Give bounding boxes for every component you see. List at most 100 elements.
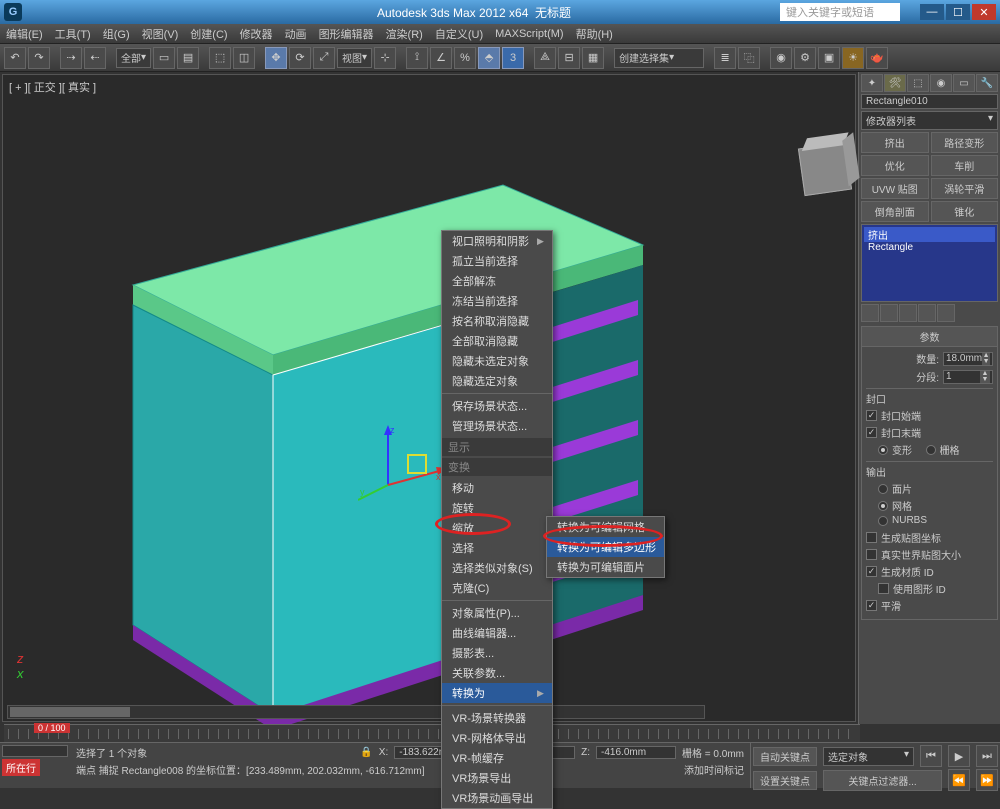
make-unique-icon[interactable] — [899, 304, 917, 322]
modifier-button[interactable]: 优化 — [861, 155, 929, 176]
render-frame-button[interactable]: ▣ — [818, 47, 840, 69]
use-shape-checkbox[interactable] — [878, 583, 889, 594]
modifier-button[interactable]: 倒角剖面 — [861, 201, 929, 222]
scale-button[interactable]: ⤢ — [313, 47, 335, 69]
menu-item[interactable]: 工具(T) — [55, 26, 91, 42]
select-region-button[interactable]: ◫ — [233, 47, 255, 69]
modifier-button[interactable]: 涡轮平滑 — [931, 178, 999, 199]
grid-radio[interactable] — [926, 445, 936, 455]
context-menu-item[interactable]: 视口照明和阴影▶ — [442, 231, 552, 251]
unlink-button[interactable]: ⇠ — [84, 47, 106, 69]
modifier-list-dropdown[interactable]: 修改器列表▾ — [861, 111, 998, 130]
redo-button[interactable]: ↷ — [28, 47, 50, 69]
time-slider-thumb[interactable]: 0 / 100 — [34, 723, 70, 733]
layer-button[interactable]: ≣ — [714, 47, 736, 69]
context-menu-item[interactable]: 全部取消隐藏 — [442, 331, 552, 351]
configure-sets-icon[interactable] — [937, 304, 955, 322]
object-name-field[interactable]: Rectangle010 — [861, 94, 998, 109]
modifier-stack[interactable]: 挤出 Rectangle — [861, 224, 998, 302]
context-menu-item[interactable]: 保存场景状态... — [442, 396, 552, 416]
select-object-button[interactable]: ⬚ — [209, 47, 231, 69]
context-menu-item[interactable]: 移动 — [442, 478, 552, 498]
context-menu-item[interactable]: 管理场景状态... — [442, 416, 552, 436]
modifier-button[interactable]: UVW 贴图 — [861, 178, 929, 199]
menu-item[interactable]: 创建(C) — [190, 26, 227, 42]
prev-key-button[interactable]: ⏮ — [920, 745, 942, 767]
time-slider[interactable]: 0 / 100 — [4, 724, 860, 742]
viewcube[interactable] — [798, 142, 852, 196]
modifier-button[interactable]: 车削 — [931, 155, 999, 176]
menu-item[interactable]: 渲染(R) — [386, 26, 423, 42]
output-nurbs-radio[interactable] — [878, 516, 888, 526]
pin-stack-icon[interactable] — [861, 304, 879, 322]
context-menu-item[interactable]: VR场景导出 — [442, 768, 552, 788]
goto-start-button[interactable]: ⏪ — [948, 769, 970, 791]
select-button[interactable]: ▭ — [153, 47, 175, 69]
set-key-button[interactable]: 设置关键点 — [753, 771, 817, 790]
remove-mod-icon[interactable] — [918, 304, 936, 322]
goto-end-button[interactable]: ⏩ — [976, 769, 998, 791]
menu-item[interactable]: 修改器 — [240, 26, 273, 42]
output-patch-radio[interactable] — [878, 484, 888, 494]
context-menu-item[interactable]: 缩放 — [442, 518, 552, 538]
mirror-button[interactable]: ⟁ — [534, 47, 556, 69]
teapot-render-button[interactable]: 🫖 — [866, 47, 888, 69]
motion-tab[interactable]: ◉ — [930, 74, 952, 92]
hierarchy-tab[interactable]: ⬚ — [907, 74, 929, 92]
selection-filter-dropdown[interactable]: 全部 ▾ — [116, 48, 151, 68]
cap-end-checkbox[interactable]: ✓ — [866, 427, 877, 438]
context-menu-item[interactable]: 转换为可编辑网格 — [547, 517, 664, 537]
modify-tab[interactable]: 🛠 — [884, 74, 906, 92]
snap-toggle[interactable]: ⟟ — [406, 47, 428, 69]
script-mini-listener[interactable] — [2, 745, 68, 757]
auto-key-button[interactable]: 自动关键点 — [753, 747, 817, 766]
viewport[interactable]: [ + ][ 正交 ][ 真实 ] zx — [2, 74, 856, 722]
context-menu-item[interactable]: 曲线编辑器... — [442, 623, 552, 643]
menu-item[interactable]: 帮助(H) — [576, 26, 613, 42]
add-time-tag[interactable]: 添加时间标记 — [684, 762, 744, 777]
viewport-label[interactable]: [ + ][ 正交 ][ 真实 ] — [9, 79, 96, 95]
viewport-scrollbar[interactable] — [7, 705, 705, 719]
menu-item[interactable]: 视图(V) — [142, 26, 179, 42]
show-result-icon[interactable] — [880, 304, 898, 322]
create-tab[interactable]: ✦ — [861, 74, 883, 92]
context-menu-item[interactable]: 关联参数... — [442, 663, 552, 683]
utilities-tab[interactable]: 🔧 — [976, 74, 998, 92]
link-button[interactable]: ⇢ — [60, 47, 82, 69]
key-target-dropdown[interactable]: 选定对象▾ — [823, 747, 914, 766]
modifier-button[interactable]: 路径变形 — [931, 132, 999, 153]
menu-item[interactable]: MAXScript(M) — [495, 28, 563, 40]
context-menu-item[interactable]: 克隆(C) — [442, 578, 552, 598]
context-menu-item[interactable]: 转换为可编辑多边形 — [547, 537, 664, 557]
select-name-button[interactable]: ▤ — [177, 47, 199, 69]
menu-item[interactable]: 图形编辑器 — [319, 26, 374, 42]
context-menu-item[interactable]: 孤立当前选择 — [442, 251, 552, 271]
smooth-checkbox[interactable]: ✓ — [866, 600, 877, 611]
morph-radio[interactable] — [878, 445, 888, 455]
context-menu-item[interactable]: 转换为可编辑面片 — [547, 557, 664, 577]
maximize-button[interactable]: ☐ — [946, 4, 970, 20]
snap-3d-toggle[interactable]: 3 — [502, 47, 524, 69]
next-key-button[interactable]: ⏭ — [976, 745, 998, 767]
context-menu-item[interactable]: VR-场景转换器 — [442, 708, 552, 728]
context-menu-item[interactable]: 对象属性(P)... — [442, 603, 552, 623]
material-editor-button[interactable]: ◉ — [770, 47, 792, 69]
menu-item[interactable]: 组(G) — [103, 26, 130, 42]
schematic-button[interactable]: ⿻ — [738, 47, 760, 69]
menu-item[interactable]: 编辑(E) — [6, 26, 43, 42]
context-menu-item[interactable]: 隐藏未选定对象 — [442, 351, 552, 371]
modifier-stack-item[interactable]: 挤出 — [864, 227, 995, 242]
angle-snap-toggle[interactable]: ∠ — [430, 47, 452, 69]
output-mesh-radio[interactable] — [878, 501, 888, 511]
help-search-input[interactable]: 键入关键字或短语 — [780, 3, 900, 21]
context-menu-item[interactable]: VR-帧缓存 — [442, 748, 552, 768]
minimize-button[interactable]: — — [920, 4, 944, 20]
real-world-checkbox[interactable] — [866, 549, 877, 560]
undo-button[interactable]: ↶ — [4, 47, 26, 69]
align-button[interactable]: ⊟ — [558, 47, 580, 69]
context-menu-item[interactable]: 摄影表... — [442, 643, 552, 663]
pivot-button[interactable]: ⊹ — [374, 47, 396, 69]
modifier-button[interactable]: 锥化 — [931, 201, 999, 222]
ref-coord-dropdown[interactable]: 视图 ▾ — [337, 48, 372, 68]
context-menu-item[interactable]: 全部解冻 — [442, 271, 552, 291]
